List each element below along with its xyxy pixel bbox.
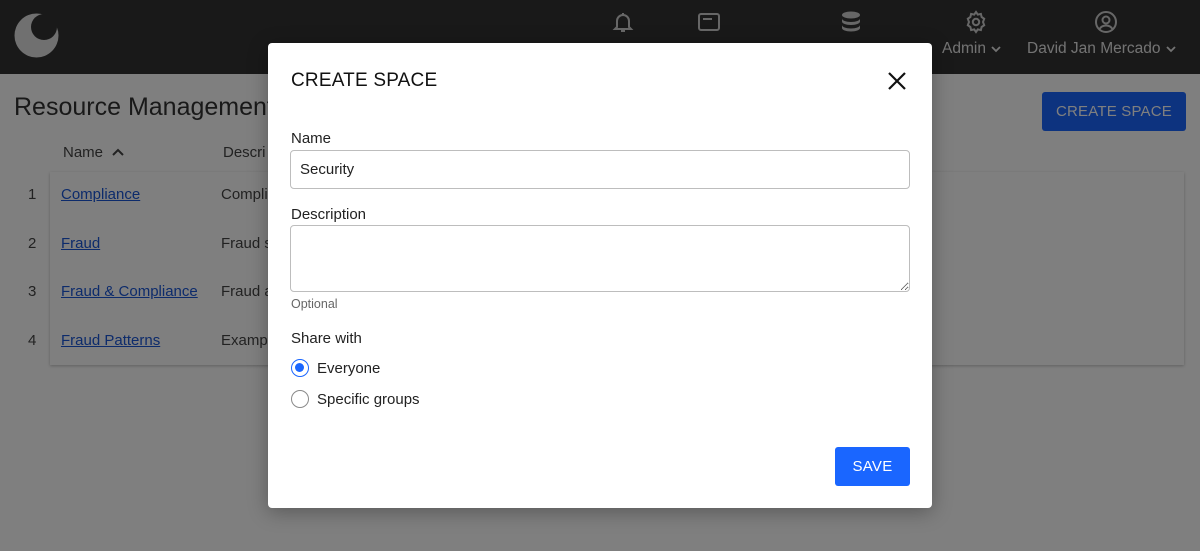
name-label: Name xyxy=(291,130,332,147)
description-input[interactable] xyxy=(290,225,910,292)
share-with-label: Share with xyxy=(291,330,362,347)
name-input[interactable] xyxy=(290,150,910,189)
close-button[interactable] xyxy=(882,66,912,96)
close-icon xyxy=(888,72,906,90)
description-hint: Optional xyxy=(291,297,338,311)
dialog-title: CREATE SPACE xyxy=(291,70,438,91)
radio-specific-groups-label: Specific groups xyxy=(317,390,420,408)
radio-everyone-label: Everyone xyxy=(317,359,381,377)
share-option-everyone[interactable]: Everyone xyxy=(291,359,380,377)
share-option-specific-groups[interactable]: Specific groups xyxy=(291,390,420,408)
create-space-dialog: CREATE SPACE Name Description Optional S… xyxy=(268,43,932,508)
radio-everyone[interactable] xyxy=(291,359,309,377)
save-button[interactable]: SAVE xyxy=(835,447,910,486)
radio-specific-groups[interactable] xyxy=(291,390,309,408)
description-label: Description xyxy=(291,206,367,223)
